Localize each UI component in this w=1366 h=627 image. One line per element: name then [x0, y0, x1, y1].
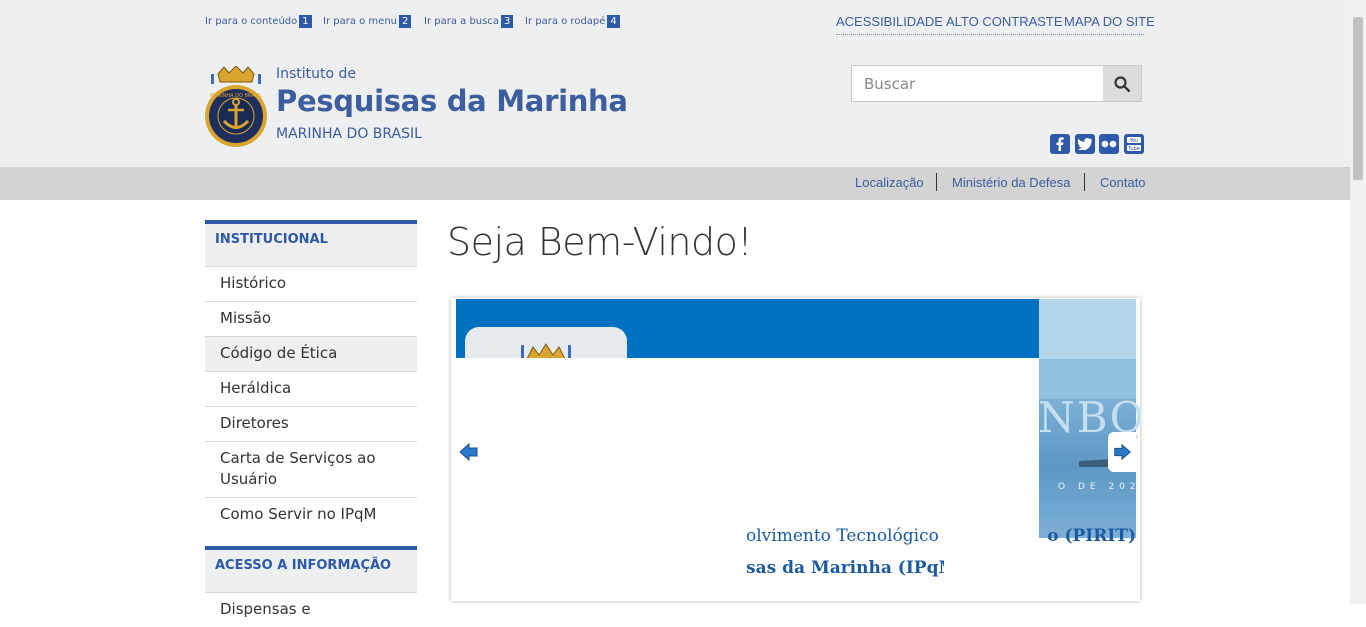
slide-text-right: o (PIRIT)	[1047, 526, 1136, 546]
brand-pretitle: Instituto de	[276, 66, 357, 82]
nav-separator	[1084, 173, 1085, 191]
slide-text-line1: olvimento Tecnológico	[746, 526, 939, 546]
svg-text:Tube: Tube	[1127, 146, 1140, 152]
nav-ministry-link[interactable]: Ministério da Defesa	[952, 175, 1071, 190]
sidebar-heading-acesso-informacao: ACESSO A INFORMAÇÃO	[205, 546, 417, 592]
slide-content	[456, 358, 1039, 539]
slide-text-line2: sas da Marinha (IPqM	[746, 558, 944, 578]
page-scrollbar[interactable]	[1350, 0, 1366, 604]
sidebar-menu: INSTITUCIONAL Histórico Missão Código de…	[205, 220, 417, 627]
sidebar-item-missao[interactable]: Missão	[205, 301, 417, 336]
youtube-icon[interactable]: You Tube	[1124, 134, 1144, 154]
svg-text:MARINHA DO BRASIL: MARINHA DO BRASIL	[210, 93, 262, 99]
skip-to-content-link[interactable]: Ir para o conteúdo 1	[205, 15, 312, 28]
arrow-left-icon[interactable]	[458, 441, 480, 463]
brand-subtitle: MARINHA DO BRASIL	[276, 126, 422, 142]
nav-contact-link[interactable]: Contato	[1100, 175, 1146, 190]
search-icon	[1114, 75, 1130, 92]
secondary-nav: Localização Ministério da Defesa Contato	[0, 167, 1350, 200]
sidebar-item-como-servir[interactable]: Como Servir no IPqM	[205, 497, 417, 532]
twitter-icon[interactable]	[1075, 134, 1095, 154]
search-button[interactable]	[1103, 66, 1141, 101]
sidebar-item-heraldica[interactable]: Heráldica	[205, 371, 417, 406]
accessibility-link[interactable]: ACESSIBILIDADE	[836, 14, 943, 29]
high-contrast-link[interactable]: ALTO CONTRASTE	[946, 14, 1063, 29]
search-box	[851, 65, 1142, 102]
skip-to-footer-link[interactable]: Ir para o rodapé 4	[525, 15, 620, 28]
navy-emblem-icon[interactable]: MARINHA DO BRASIL	[204, 65, 268, 150]
top-links: ACESSIBILIDADE ALTO CONTRASTE MAPA DO SI…	[836, 14, 1155, 35]
sidebar-item-dispensas[interactable]: Dispensas e	[205, 592, 417, 627]
nav-location-link[interactable]: Localização	[855, 175, 924, 190]
arrow-right-icon[interactable]	[1108, 432, 1136, 472]
sidebar-item-historico[interactable]: Histórico	[205, 266, 417, 301]
svg-text:You: You	[1129, 138, 1139, 144]
sidebar-item-diretores[interactable]: Diretores	[205, 406, 417, 441]
search-input[interactable]	[852, 66, 1104, 101]
sidebar-item-carta-de-servicos[interactable]: Carta de Serviços ao Usuário	[205, 441, 417, 497]
sitemap-link[interactable]: MAPA DO SITE	[1064, 14, 1155, 29]
sidebar-item-codigo-de-etica[interactable]: Código de Ética	[205, 336, 417, 371]
slide-date-text: O DE 2021	[1058, 482, 1140, 492]
nav-separator	[936, 173, 937, 191]
skip-to-menu-link[interactable]: Ir para o menu 2	[323, 15, 412, 28]
flickr-icon[interactable]	[1099, 134, 1119, 154]
facebook-icon[interactable]	[1050, 134, 1070, 154]
site-header: Ir para o conteúdo 1 Ir para o menu 2 Ir p…	[0, 0, 1350, 167]
page-title: Seja Bem-Vindo!	[447, 220, 753, 264]
scrollbar-thumb[interactable]	[1353, 17, 1363, 180]
skip-to-search-link[interactable]: Ir para a busca 3	[424, 15, 514, 28]
site-title[interactable]: Pesquisas da Marinha	[276, 84, 628, 118]
image-carousel[interactable]: NBQR O DE 2021 olvimento Tecnológico sas…	[451, 298, 1140, 601]
sidebar-heading-institucional: INSTITUCIONAL	[205, 220, 417, 266]
